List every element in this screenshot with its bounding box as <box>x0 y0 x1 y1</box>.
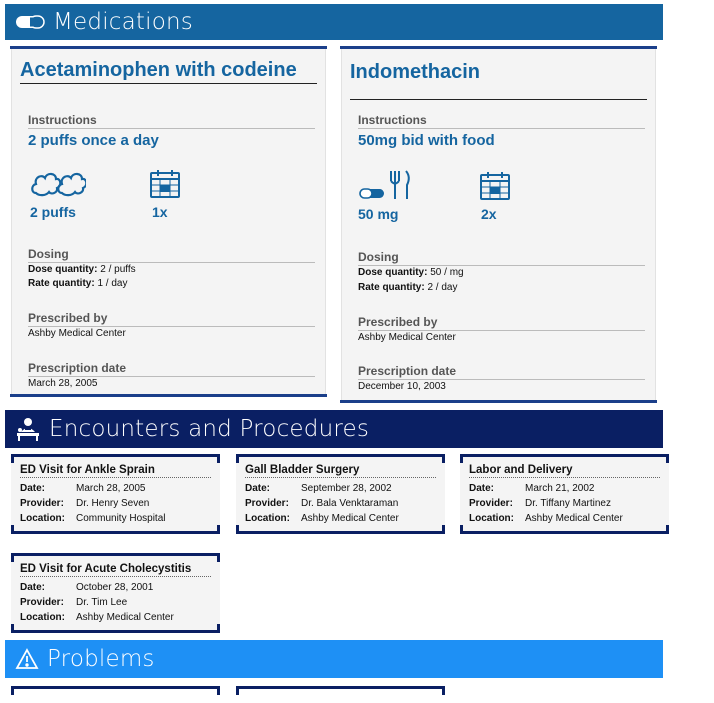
encounter-location-row: Location: Ashby Medical Center <box>469 513 623 524</box>
problem-card[interactable] <box>11 686 220 698</box>
encounter-card[interactable]: ED Visit for Ankle Sprain Date: March 28,… <box>11 454 220 534</box>
calendar-icon <box>149 169 181 204</box>
encounter-location-row: Location: Ashby Medical Center <box>245 513 399 524</box>
instructions-text: 2 puffs once a day <box>28 132 159 149</box>
calendar-icon <box>479 171 511 206</box>
prescription-date-label: Prescription date <box>358 364 645 380</box>
dose-display: 2 puffs <box>30 204 76 220</box>
medication-card[interactable]: Acetaminophen with codeine Instructions … <box>10 46 327 397</box>
encounter-card[interactable]: Gall Bladder Surgery Date: September 28, … <box>236 454 445 534</box>
frequency-display: 2x <box>481 206 497 222</box>
prescribed-by-label: Prescribed by <box>358 315 645 331</box>
encounter-title: ED Visit for Ankle Sprain <box>20 464 211 478</box>
warning-triangle-icon <box>15 648 39 670</box>
medications-section-header: Medications <box>5 4 663 40</box>
dosing-label: Dosing <box>358 250 645 266</box>
prescription-date-value: December 10, 2003 <box>358 381 446 392</box>
encounter-provider-row: Provider: Dr. Bala Venktaraman <box>245 498 399 509</box>
encounter-location-row: Location: Ashby Medical Center <box>20 612 174 623</box>
encounter-card[interactable]: ED Visit for Acute Cholecystitis Date: Oc… <box>11 553 220 633</box>
prescribed-by-value: Ashby Medical Center <box>358 332 456 343</box>
instructions-label: Instructions <box>358 113 645 129</box>
dosing-label: Dosing <box>28 247 315 263</box>
medications-section-title: Medications <box>53 9 193 35</box>
dose-quantity-row: Dose quantity: 50 / mg <box>358 267 464 278</box>
encounter-card[interactable]: Labor and Delivery Date: March 21, 2002 P… <box>460 454 669 534</box>
encounter-date-row: Date: October 28, 2001 <box>20 582 154 593</box>
prescribed-by-label: Prescribed by <box>28 311 315 327</box>
encounter-provider-row: Provider: Dr. Tim Lee <box>20 597 128 608</box>
encounter-provider-row: Provider: Dr. Henry Seven <box>20 498 150 509</box>
prescription-date-value: March 28, 2005 <box>28 378 98 389</box>
dose-display: 50 mg <box>358 206 399 222</box>
medication-name: Acetaminophen with codeine <box>20 59 317 84</box>
puff-cloud-icon <box>30 169 88 204</box>
pill-icon <box>15 15 45 29</box>
encounter-title: Labor and Delivery <box>469 464 660 478</box>
encounter-location-row: Location: Community Hospital <box>20 513 166 524</box>
medication-card[interactable]: Indomethacin Instructions 50mg bid with … <box>340 46 657 403</box>
problems-section-header: Problems <box>5 640 663 678</box>
encounter-provider-row: Provider: Dr. Tiffany Martinez <box>469 498 611 509</box>
problem-card[interactable] <box>236 686 445 698</box>
encounter-date-row: Date: March 28, 2005 <box>20 483 146 494</box>
doctor-patient-icon <box>15 416 41 442</box>
encounter-title: Gall Bladder Surgery <box>245 464 436 478</box>
encounter-date-row: Date: March 21, 2002 <box>469 483 595 494</box>
instructions-text: 50mg bid with food <box>358 132 495 149</box>
encounters-section-title: Encounters and Procedures <box>49 416 370 442</box>
frequency-display: 1x <box>152 204 168 220</box>
rate-quantity-row: Rate quantity: 2 / day <box>358 282 458 293</box>
instructions-label: Instructions <box>28 113 315 129</box>
encounters-section-header: Encounters and Procedures <box>5 410 663 448</box>
encounter-date-row: Date: September 28, 2002 <box>245 483 392 494</box>
rate-quantity-row: Rate quantity: 1 / day <box>28 278 128 289</box>
pill-with-food-icon <box>358 169 414 206</box>
encounter-title: ED Visit for Acute Cholecystitis <box>20 563 211 577</box>
prescription-date-label: Prescription date <box>28 361 315 377</box>
prescribed-by-value: Ashby Medical Center <box>28 328 126 339</box>
problems-section-title: Problems <box>47 646 155 672</box>
medication-name: Indomethacin <box>350 61 647 100</box>
dose-quantity-row: Dose quantity: 2 / puffs <box>28 264 136 275</box>
